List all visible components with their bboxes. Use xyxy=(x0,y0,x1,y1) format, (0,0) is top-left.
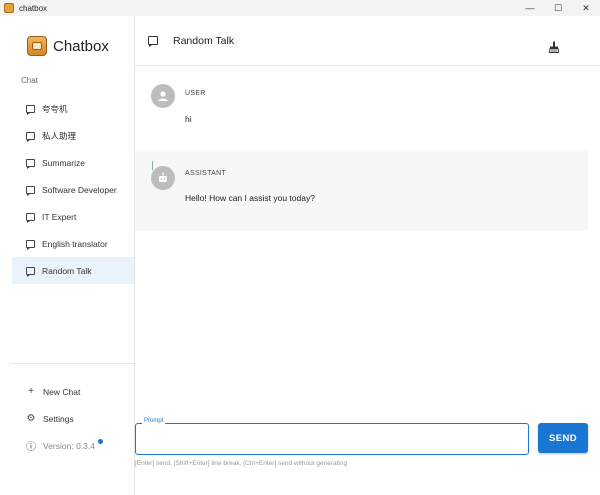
sidebar-item-label: Software Developer xyxy=(42,184,117,195)
broom-icon xyxy=(548,41,560,53)
main-panel: Random Talk USER hi ASSISTANT Hello! How… xyxy=(135,16,600,495)
prompt-field: Prompt xyxy=(135,418,529,455)
sidebar-item-kuakuaji[interactable]: 夸夸机 xyxy=(12,95,134,122)
message-content: Hello! How can I assist you today? xyxy=(185,193,315,203)
maximize-button[interactable]: ☐ xyxy=(544,0,572,16)
chat-list: 夸夸机 私人助理 Summarize Software Developer IT… xyxy=(12,95,134,284)
clean-chat-button[interactable] xyxy=(548,40,560,53)
settings-button[interactable]: ⚙ Settings xyxy=(12,405,134,432)
page-title: Random Talk xyxy=(173,34,235,47)
version-label: Version: 0.3.4 xyxy=(43,440,95,451)
send-button[interactable]: SEND xyxy=(538,423,588,453)
user-avatar-icon xyxy=(151,84,175,108)
chat-bubble-icon xyxy=(26,212,35,223)
plus-icon: + xyxy=(28,386,34,397)
window-titlebar: chatbox — ☐ ✕ xyxy=(0,0,600,16)
message-role: ASSISTANT xyxy=(185,170,227,177)
chat-bubble-icon xyxy=(26,239,35,250)
sidebar-item-summarize[interactable]: Summarize xyxy=(12,149,134,176)
brand-name: Chatbox xyxy=(53,37,109,55)
sidebar-item-software-developer[interactable]: Software Developer xyxy=(12,176,134,203)
chat-header: Random Talk xyxy=(135,16,600,66)
prompt-input[interactable] xyxy=(136,424,528,454)
settings-label: Settings xyxy=(43,413,74,424)
close-button[interactable]: ✕ xyxy=(572,0,600,16)
sidebar-item-label: English translator xyxy=(42,238,108,249)
brand: Chatbox xyxy=(27,36,109,56)
keyboard-hint: [Enter] send, [Shift+Enter] line break, … xyxy=(135,460,348,467)
sidebar-item-label: Random Talk xyxy=(42,265,92,276)
message-user: USER hi xyxy=(135,67,600,151)
assistant-avatar-icon xyxy=(151,166,175,190)
info-icon: ⓘ xyxy=(26,442,36,453)
message-content: hi xyxy=(185,114,192,124)
sidebar-item-label: Summarize xyxy=(42,157,85,168)
prompt-label: Prompt xyxy=(142,418,166,424)
app-icon xyxy=(4,3,14,13)
text-cursor xyxy=(152,161,153,170)
sidebar: Chatbox Chat 夸夸机 私人助理 Summarize Software… xyxy=(0,16,135,495)
message-assistant: ASSISTANT Hello! How can I assist you to… xyxy=(135,151,588,231)
update-badge xyxy=(97,439,103,444)
sidebar-footer: + New Chat ⚙ Settings ⓘ Version: 0.3.4 xyxy=(12,378,134,459)
sidebar-item-random-talk[interactable]: Random Talk xyxy=(12,257,134,284)
message-role: USER xyxy=(185,90,206,97)
version-item[interactable]: ⓘ Version: 0.3.4 xyxy=(12,432,134,459)
sidebar-item-label: 私人助理 xyxy=(42,130,77,141)
minimize-button[interactable]: — xyxy=(516,0,544,16)
sidebar-item-personal-assistant[interactable]: 私人助理 xyxy=(12,122,134,149)
window-controls: — ☐ ✕ xyxy=(516,0,600,16)
window-title: chatbox xyxy=(19,3,48,13)
chat-bubble-icon xyxy=(26,131,35,142)
chat-bubble-icon xyxy=(26,266,35,277)
sidebar-item-it-expert[interactable]: IT Expert xyxy=(12,203,134,230)
sidebar-item-label: 夸夸机 xyxy=(42,103,68,114)
sidebar-divider xyxy=(10,363,134,364)
new-chat-button[interactable]: + New Chat xyxy=(12,378,134,405)
new-chat-label: New Chat xyxy=(43,386,81,397)
gear-icon: ⚙ xyxy=(26,413,36,424)
chatbox-logo-icon xyxy=(27,36,47,56)
section-label: Chat xyxy=(21,76,38,85)
sidebar-item-english-translator[interactable]: English translator xyxy=(12,230,134,257)
chat-bubble-icon xyxy=(26,158,35,169)
chat-bubble-icon xyxy=(26,185,35,196)
message-list: USER hi ASSISTANT Hello! How can I assis… xyxy=(135,67,600,231)
chat-bubble-icon xyxy=(26,104,35,115)
sidebar-item-label: IT Expert xyxy=(42,211,77,222)
chat-bubble-icon xyxy=(148,36,158,47)
